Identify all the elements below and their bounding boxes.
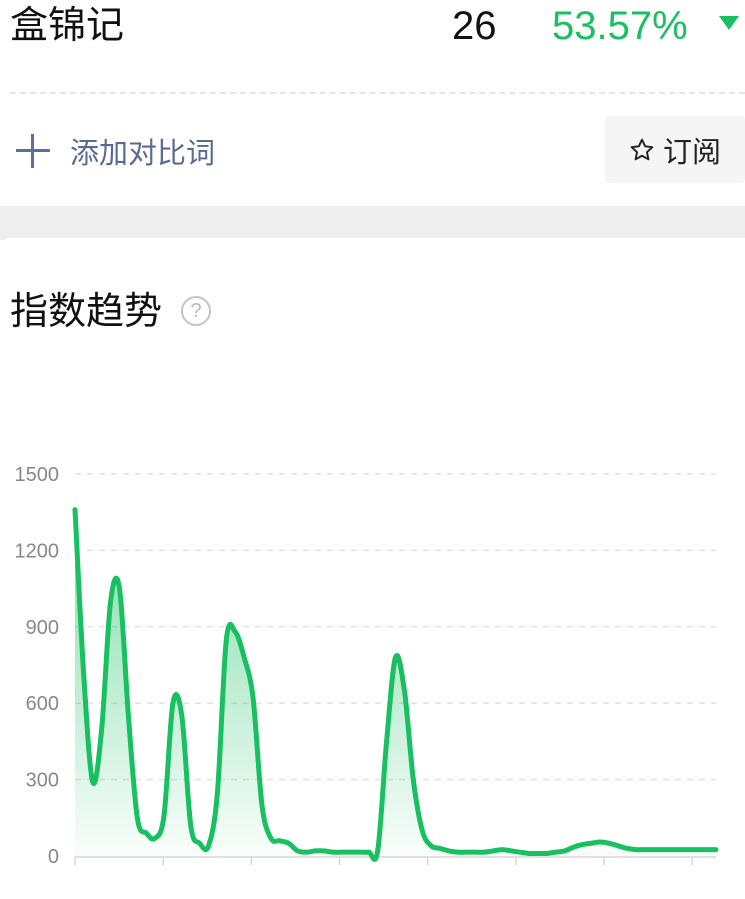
y-tick-label: 900	[26, 617, 59, 639]
y-tick-label: 0	[48, 846, 59, 868]
y-tick-label: 600	[26, 693, 59, 715]
add-compare-button[interactable]: 添加对比词	[16, 128, 215, 174]
change-percent: 53.57%	[552, 4, 688, 48]
rank-value: 26	[452, 4, 497, 48]
add-compare-label: 添加对比词	[70, 138, 216, 170]
y-tick-label: 1200	[15, 540, 60, 562]
triangle-down-icon	[719, 16, 739, 30]
y-tick-label: 300	[26, 770, 59, 792]
section-title: 指数趋势	[10, 291, 163, 333]
plus-icon	[16, 134, 50, 168]
keyword-title: 盒锦记	[10, 5, 125, 47]
subscribe-label: 订阅	[662, 136, 721, 169]
y-tick-label: 1500	[15, 464, 60, 486]
help-icon[interactable]: ?	[181, 296, 211, 326]
section-separator	[0, 206, 745, 240]
subscribe-button[interactable]: 订阅	[605, 116, 745, 183]
divider	[10, 92, 745, 94]
star-outline-icon	[630, 138, 654, 160]
series-area-fill	[75, 509, 716, 860]
trend-chart: 1500 1200 900 600 300 0	[15, 464, 719, 868]
keyword-summary-row: 盒锦记 26 53.57%	[0, 0, 745, 60]
